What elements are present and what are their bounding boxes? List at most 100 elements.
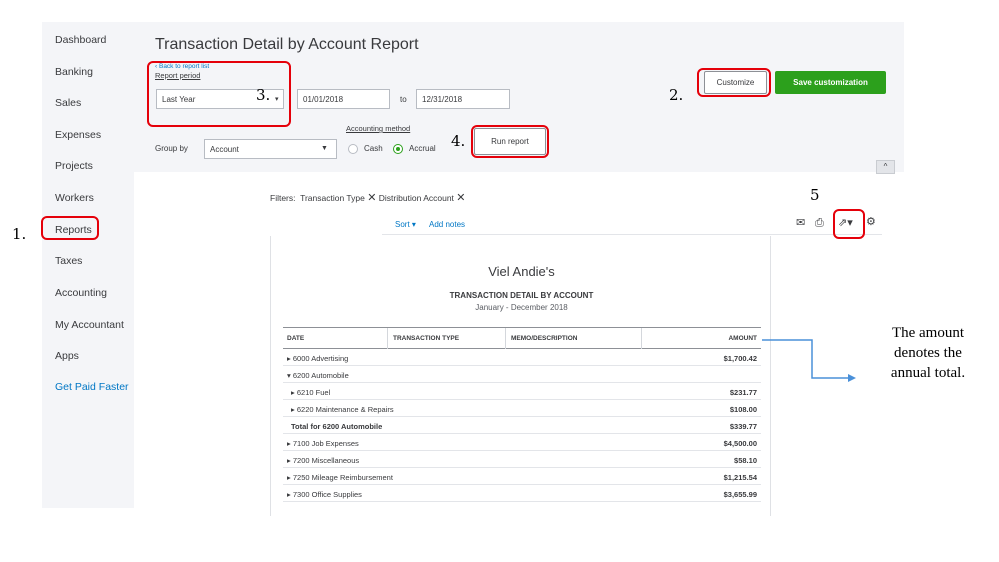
note-line: annual total. [890,365,966,381]
filters-bar: Filters: Transaction Type ✕ Distribution… [270,191,466,204]
row-amount: $1,700.42 [723,354,757,363]
filters-label: Filters: [270,193,296,203]
remove-filter-icon[interactable]: ✕ [456,192,465,204]
row-account-name: 7300 Office Supplies [292,490,362,499]
highlight-reports-nav [41,216,99,240]
sidebar-item-accounting[interactable]: Accounting [55,287,107,299]
table-row[interactable]: ▸ 6210 Fuel $231.77 [283,383,761,400]
date-to-label: to [400,95,407,104]
step-2-marker: 2. [669,86,684,104]
row-amount: $339.77 [729,422,757,431]
chevron-down-icon: ▼ [321,145,328,152]
step-1-marker: 1. [12,225,27,243]
row-amount: $108.00 [729,405,757,414]
highlight-customize [697,68,771,97]
row-account-name: 7250 Mileage Reimbursement [292,473,393,482]
group-by-label: Group by [155,144,188,153]
accrual-radio[interactable] [393,144,403,154]
table-row[interactable]: ▸ 7100 Job Expenses $4,500.00 [283,434,761,451]
column-divider [505,328,506,349]
row-account-name: 6210 Fuel [296,388,331,397]
date-from-value: 01/01/2018 [303,95,344,104]
save-customization-button[interactable]: Save customization [775,71,886,94]
column-header-transaction-type[interactable]: TRANSACTION TYPE [393,335,459,342]
expand-caret-icon[interactable]: ▸ [291,388,295,397]
row-total-label: Total for 6200 Automobile [291,422,383,431]
expand-caret-icon[interactable]: ▸ [287,473,291,482]
column-header-date[interactable]: DATE [287,335,304,342]
note-line: denotes the [894,345,962,361]
date-to-value: 12/31/2018 [422,95,463,104]
sidebar-item-my-accountant[interactable]: My Accountant [55,319,124,331]
collapse-caret-icon[interactable]: ▾ [287,371,291,380]
accrual-label: Accrual [409,144,436,153]
report-body: Viel Andie's TRANSACTION DETAIL BY ACCOU… [270,236,771,516]
sidebar-item-sales[interactable]: Sales [55,97,81,109]
row-account-name: 6000 Advertising [292,354,349,363]
sort-dropdown[interactable]: Sort ▾ [395,220,416,229]
group-by-value: Account [210,145,239,154]
row-amount: $4,500.00 [723,439,757,448]
gear-icon[interactable]: ⚙ [866,215,876,228]
add-notes-link[interactable]: Add notes [429,220,465,229]
arrow-to-note [762,339,856,382]
page-title: Transaction Detail by Account Report [155,36,419,53]
step-5-marker: 5 [810,186,820,204]
table-row[interactable]: ▸ 6220 Maintenance & Repairs $108.00 [283,400,761,417]
column-divider [387,328,388,349]
envelope-icon[interactable]: ✉ [796,216,805,229]
table-row[interactable]: ▸ 7250 Mileage Reimbursement $1,215.54 [283,468,761,485]
expand-caret-icon[interactable]: ▸ [287,439,291,448]
date-to-input[interactable]: 12/31/2018 [416,89,510,109]
date-from-input[interactable]: 01/01/2018 [297,89,390,109]
column-header-memo[interactable]: MEMO/DESCRIPTION [511,335,577,342]
cash-label: Cash [364,144,383,153]
table-row[interactable]: ▸ 7300 Office Supplies $3,655.99 [283,485,761,502]
table-row[interactable]: ▸ 6000 Advertising $1,700.42 [283,349,761,366]
table-row[interactable]: ▾ 6200 Automobile [283,366,761,383]
note-line: The amount [891,325,965,341]
row-amount: $1,215.54 [723,473,757,482]
filter-chip-distribution-account: Distribution Account [378,193,454,203]
remove-filter-icon[interactable]: ✕ [367,192,376,204]
sidebar-item-banking[interactable]: Banking [55,66,93,78]
highlight-run-report [471,125,549,158]
sort-label: Sort [395,220,410,229]
table-header: DATE TRANSACTION TYPE MEMO/DESCRIPTION A… [283,327,761,349]
column-divider [641,328,642,349]
row-account-name: 6220 Maintenance & Repairs [296,405,394,414]
row-account-name: 7100 Job Expenses [292,439,359,448]
filter-chip-transaction-type: Transaction Type [300,193,365,203]
highlight-export [833,209,865,239]
company-name: Viel Andie's [488,264,555,279]
sidebar-item-projects[interactable]: Projects [55,160,93,172]
expand-caret-icon[interactable]: ▸ [287,490,291,499]
expand-caret-icon[interactable]: ▸ [287,354,291,363]
step-4-marker: 4. [451,132,466,150]
sidebar-item-workers[interactable]: Workers [55,192,94,204]
printer-icon[interactable]: ⎙ [815,217,824,230]
row-account-name: 7200 Miscellaneous [292,456,360,465]
sidebar-item-expenses[interactable]: Expenses [55,129,101,141]
report-date-range: January - December 2018 [475,303,568,312]
expand-caret-icon[interactable]: ▸ [287,456,291,465]
sidebar-item-get-paid-faster[interactable]: Get Paid Faster [55,381,129,393]
table-row[interactable]: ▸ 7200 Miscellaneous $58.10 [283,451,761,468]
expand-caret-icon[interactable]: ▸ [291,405,295,414]
cash-radio[interactable] [348,144,358,154]
row-account-name: 6200 Automobile [292,371,349,380]
sidebar-item-taxes[interactable]: Taxes [55,255,82,267]
row-amount: $231.77 [729,388,757,397]
sidebar: Dashboard Banking Sales Expenses Project… [42,22,134,508]
group-by-select[interactable]: Account [204,139,337,159]
amount-note: The amount denotes the annual total. [860,323,996,383]
accounting-method-label: Accounting method [346,124,411,133]
step-3-marker: 3. [256,86,271,104]
collapse-header-button[interactable]: ^ [876,160,895,174]
report-toolbar: Sort ▾ Add notes ✉ ⎙ ⇗▾ ⚙ [382,213,882,235]
row-amount: $58.10 [734,456,757,465]
sidebar-item-apps[interactable]: Apps [55,350,79,362]
row-amount: $3,655.99 [723,490,757,499]
sidebar-item-dashboard[interactable]: Dashboard [55,34,106,46]
column-header-amount[interactable]: AMOUNT [728,335,757,342]
